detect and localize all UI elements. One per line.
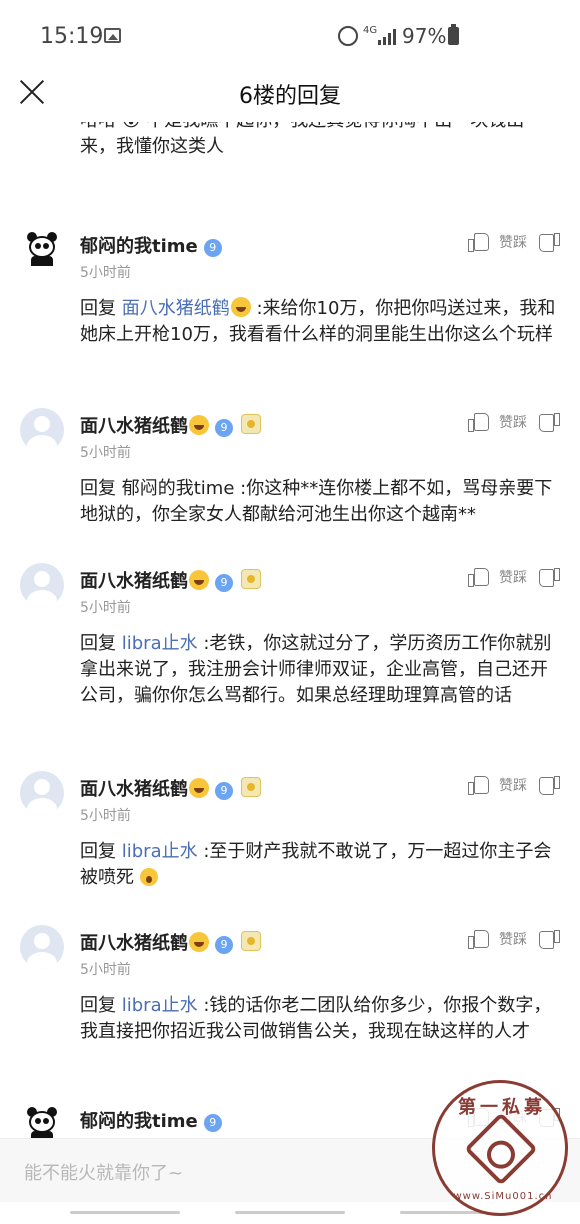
username[interactable]: 面八水猪纸鹤 9 xyxy=(80,567,261,593)
vip-badge: 9 xyxy=(215,782,233,800)
mention-link[interactable]: 郁闷的我time xyxy=(122,478,235,499)
vip-badge: 9 xyxy=(215,574,233,592)
vote-actions: 赞踩 xyxy=(468,230,564,254)
battery-percent: 97% xyxy=(402,24,447,48)
watermark-url: www.SiMu001.cn xyxy=(453,1191,553,1202)
nav-handle[interactable] xyxy=(70,1211,180,1214)
comment-text: 回复 郁闷的我time :你这种**连你楼上都不如，骂母亲要下地狱的，你全家女人… xyxy=(80,478,553,525)
vote-label: 赞踩 xyxy=(499,235,527,251)
vip-badge: 9 xyxy=(215,936,233,954)
laughing-emoji-icon xyxy=(189,932,209,952)
gallery-icon xyxy=(104,28,121,43)
alarm-icon xyxy=(338,26,358,46)
status-time: 15:19 xyxy=(40,24,104,49)
watermark-logo: 第一私募 www.SiMu001.cn xyxy=(432,1080,568,1216)
status-bar: 15:19 4G 97% xyxy=(0,0,580,72)
thumbs-up-icon[interactable] xyxy=(468,927,490,949)
thumbs-up-icon[interactable] xyxy=(468,565,490,587)
watermark-mark-icon xyxy=(464,1112,538,1186)
vote-actions: 赞踩 xyxy=(468,410,564,434)
thumbs-up-icon[interactable] xyxy=(468,410,490,432)
signal-icon xyxy=(378,29,398,45)
avatar[interactable] xyxy=(20,563,64,607)
comment-text: 回复 libra止水 :钱的话你老二团队给你多少，你报个数字，我直接把你招近我公… xyxy=(80,995,552,1042)
battery-icon xyxy=(448,24,459,45)
username[interactable]: 郁闷的我time 9 xyxy=(80,1107,222,1133)
comment-input[interactable] xyxy=(24,1158,404,1188)
thumbs-down-icon[interactable] xyxy=(538,568,560,590)
vote-label: 赞踩 xyxy=(499,778,527,794)
thumbs-down-icon[interactable] xyxy=(538,776,560,798)
timestamp: 5小时前 xyxy=(80,600,131,616)
thumbs-up-icon[interactable] xyxy=(468,773,490,795)
username[interactable]: 面八水猪纸鹤 9 xyxy=(80,412,261,438)
avatar[interactable] xyxy=(20,925,64,969)
laughing-emoji-icon xyxy=(189,415,209,435)
mention-link[interactable]: libra止水 xyxy=(122,633,198,654)
username[interactable]: 郁闷的我time 9 xyxy=(80,232,222,258)
vote-actions: 赞踩 xyxy=(468,565,564,589)
scared-emoji-icon xyxy=(139,868,158,886)
mention-link[interactable]: 面八水猪纸鹤 xyxy=(122,298,230,319)
page-title: 6楼的回复 xyxy=(239,84,341,109)
vip-badge: 9 xyxy=(215,419,233,437)
level-badge-icon xyxy=(241,931,261,951)
laughing-emoji-icon xyxy=(189,778,209,798)
mention-link[interactable]: libra止水 xyxy=(122,995,198,1016)
username[interactable]: 面八水猪纸鹤 9 xyxy=(80,929,261,955)
username[interactable]: 面八水猪纸鹤 9 xyxy=(80,775,261,801)
thumbs-down-icon[interactable] xyxy=(538,413,560,435)
avatar[interactable] xyxy=(20,228,64,272)
avatar[interactable] xyxy=(20,771,64,815)
mention-link[interactable]: libra止水 xyxy=(122,841,198,862)
vote-label: 赞踩 xyxy=(499,570,527,586)
level-badge-icon xyxy=(241,414,261,434)
laughing-emoji-icon xyxy=(230,297,251,317)
comment-text: 回复 libra止水 :至于财产我就不敢说了，万一超过你主子会被喷死 xyxy=(80,841,552,888)
thumbs-up-icon[interactable] xyxy=(468,230,490,252)
avatar[interactable] xyxy=(20,1103,64,1138)
vote-label: 赞踩 xyxy=(499,415,527,431)
level-badge-icon xyxy=(241,569,261,589)
header: 6楼的回复 xyxy=(0,72,580,122)
nav-handle[interactable] xyxy=(235,1211,345,1214)
vote-actions: 赞踩 xyxy=(468,927,564,951)
level-badge-icon xyxy=(241,777,261,797)
vote-label: 赞踩 xyxy=(499,932,527,948)
vip-badge: 9 xyxy=(203,239,222,257)
timestamp: 5小时前 xyxy=(80,808,131,824)
reply-feed[interactable]: 哈哈 😮 不是我瞧不起你，我还真觉得你掏不出一块钱出来，我懂你这类人 郁闷的我t… xyxy=(0,108,580,1138)
timestamp: 5小时前 xyxy=(80,265,131,281)
comment-text: 回复 面八水猪纸鹤 :来给你10万，你把你吗送过来，我和她床上开枪10万，我看看… xyxy=(80,297,556,345)
avatar[interactable] xyxy=(20,408,64,452)
thumbs-down-icon[interactable] xyxy=(538,930,560,952)
network-type: 4G xyxy=(363,25,378,36)
laughing-emoji-icon xyxy=(189,570,209,590)
vip-badge: 9 xyxy=(203,1114,222,1132)
timestamp: 5小时前 xyxy=(80,962,131,978)
thumbs-down-icon[interactable] xyxy=(538,233,560,255)
vote-actions: 赞踩 xyxy=(468,773,564,797)
timestamp: 5小时前 xyxy=(80,445,131,461)
comment-text: 回复 libra止水 :老铁，你这就过分了，学历资历工作你就别拿出来说了，我注册… xyxy=(80,633,552,706)
